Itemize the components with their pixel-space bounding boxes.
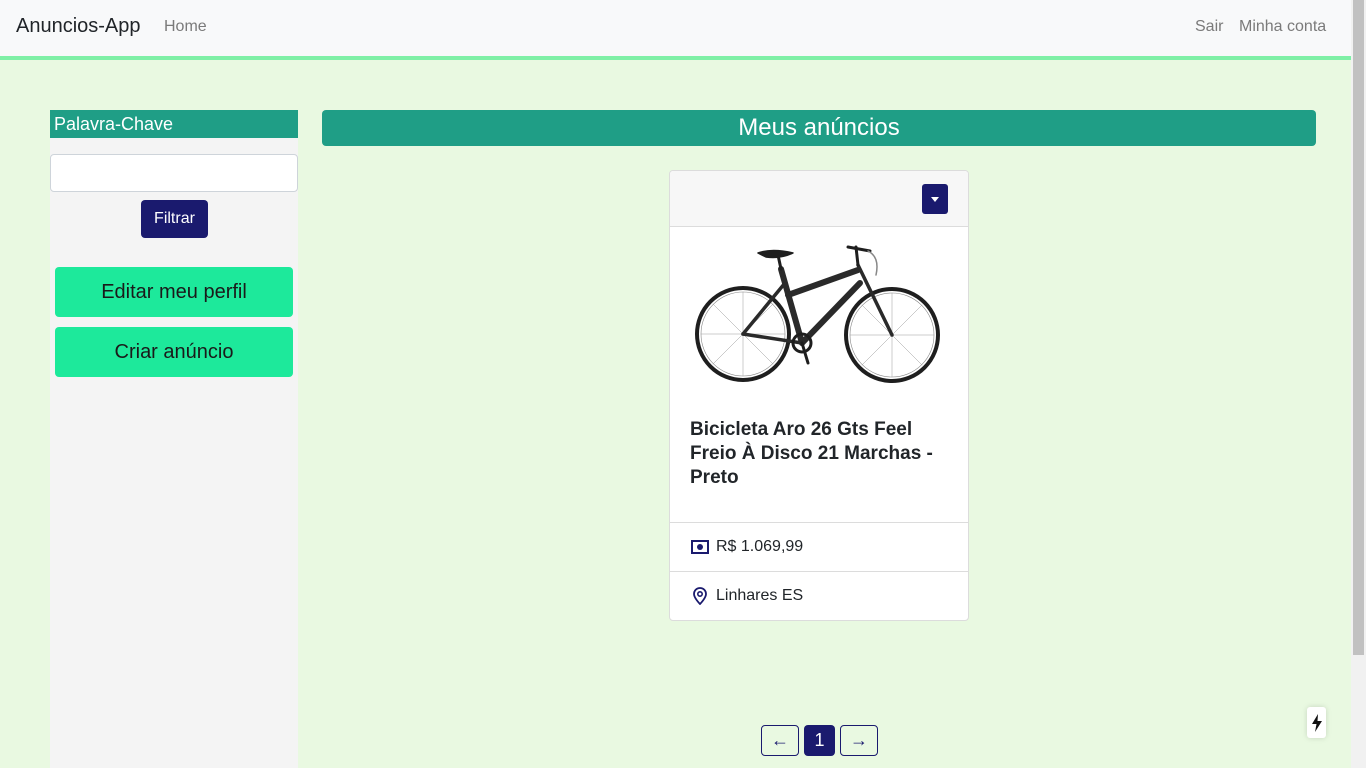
lightning-icon <box>1311 713 1322 732</box>
scrollbar-thumb[interactable] <box>1353 0 1364 655</box>
page-title: Meus anúncios <box>322 110 1316 146</box>
pagination-page-button[interactable]: 1 <box>804 725 835 756</box>
create-ad-button[interactable]: Criar anúncio <box>55 327 293 377</box>
nav-home-link[interactable]: Home <box>164 18 207 36</box>
ad-price: R$ 1.069,99 <box>716 538 804 555</box>
location-pin-icon <box>691 587 709 605</box>
nav-account-link[interactable]: Minha conta <box>1239 18 1326 36</box>
ad-title[interactable]: Bicicleta Aro 26 Gts Feel Freio À Disco … <box>690 418 952 490</box>
nav-logout-link[interactable]: Sair <box>1195 18 1223 36</box>
brand-link[interactable]: Anuncios-App <box>16 15 141 38</box>
money-icon <box>691 538 709 556</box>
ad-price-row: R$ 1.069,99 <box>670 522 968 571</box>
filter-button[interactable]: Filtrar <box>141 200 208 238</box>
floating-action-button[interactable] <box>1307 707 1326 738</box>
bicycle-image[interactable] <box>690 235 945 391</box>
pagination-next-button[interactable]: → <box>840 725 878 756</box>
pagination-prev-button[interactable]: ← <box>761 725 799 756</box>
navbar: Anuncios-App Home Sair Minha conta <box>0 0 1351 60</box>
edit-profile-button[interactable]: Editar meu perfil <box>55 267 293 317</box>
card-header <box>670 171 968 227</box>
card-dropdown-button[interactable] <box>922 184 948 214</box>
keyword-input[interactable] <box>50 154 298 192</box>
caret-down-icon <box>931 196 939 202</box>
ad-location: Linhares ES <box>716 587 804 604</box>
ad-card[interactable]: Bicicleta Aro 26 Gts Feel Freio À Disco … <box>669 170 969 621</box>
sidebar: Palavra-Chave Filtrar Editar meu perfil … <box>50 110 298 768</box>
ad-location-row: Linhares ES <box>670 571 968 620</box>
page-scrollbar[interactable] <box>1351 0 1366 768</box>
keyword-label: Palavra-Chave <box>50 110 298 138</box>
